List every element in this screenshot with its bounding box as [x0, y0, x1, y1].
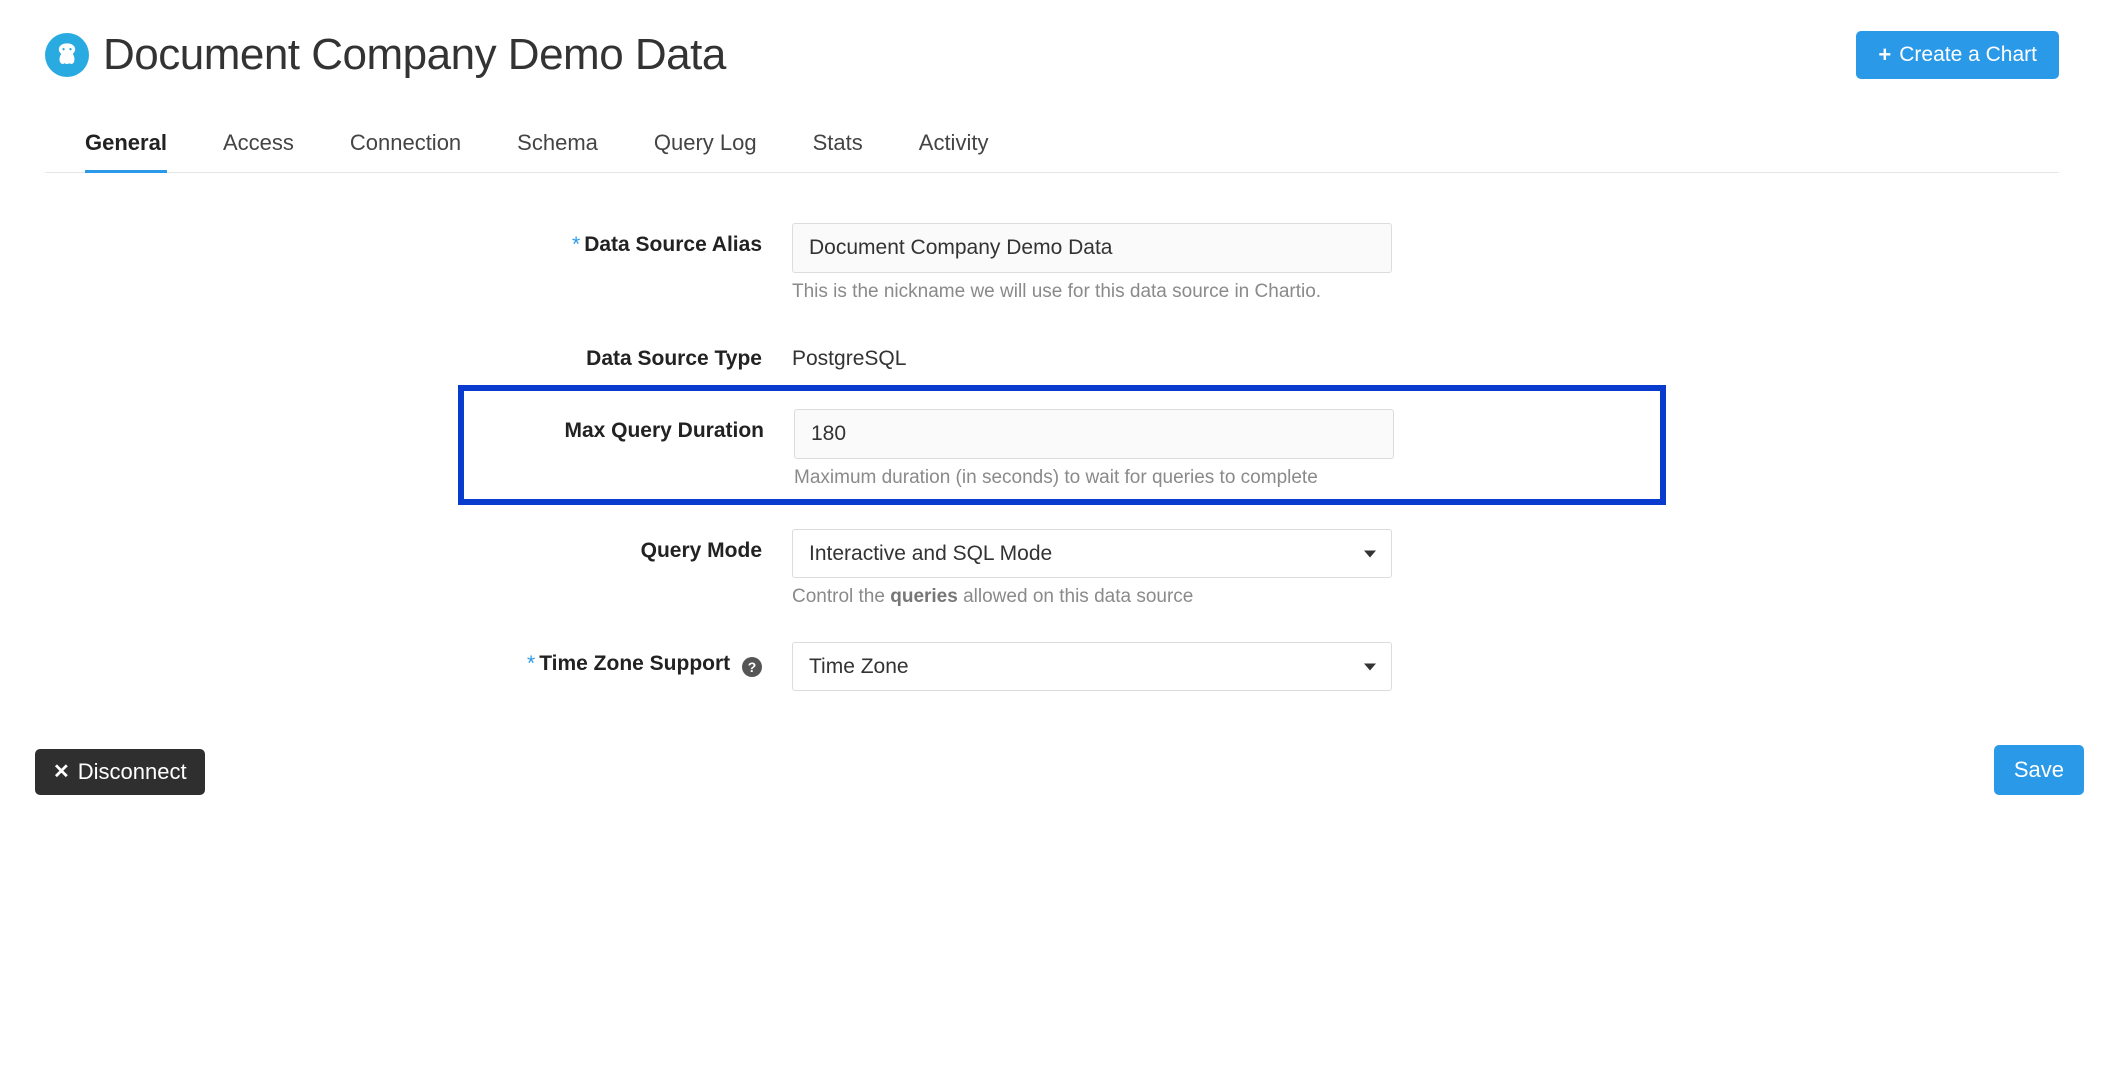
save-label: Save: [2014, 757, 2064, 783]
row-timezone: *Time Zone Support ? Time Zone: [472, 642, 1652, 691]
max-query-duration-help: Maximum duration (in seconds) to wait fo…: [794, 467, 1394, 489]
row-type: Data Source Type PostgreSQL: [472, 337, 1652, 371]
postgres-icon: [45, 33, 89, 77]
question-circle-icon[interactable]: ?: [742, 657, 762, 677]
page-header: Document Company Demo Data + Create a Ch…: [45, 30, 2059, 80]
tabs-bar: General Access Connection Schema Query L…: [45, 120, 2059, 173]
page-title: Document Company Demo Data: [103, 30, 726, 80]
plus-icon: +: [1878, 44, 1891, 66]
tab-general[interactable]: General: [85, 120, 167, 173]
timezone-label: Time Zone Support: [539, 652, 730, 675]
create-chart-button[interactable]: + Create a Chart: [1856, 31, 2059, 79]
required-marker: *: [527, 652, 535, 675]
timezone-select[interactable]: Time Zone: [792, 642, 1392, 691]
disconnect-label: Disconnect: [78, 759, 187, 785]
required-marker: *: [572, 233, 580, 256]
tab-stats[interactable]: Stats: [813, 120, 863, 173]
type-value: PostgreSQL: [792, 337, 1392, 371]
query-mode-help: Control the queries allowed on this data…: [792, 586, 1392, 608]
disconnect-button[interactable]: ✕ Disconnect: [35, 749, 205, 795]
alias-label: Data Source Alias: [584, 233, 762, 256]
tab-query-log[interactable]: Query Log: [654, 120, 757, 173]
tab-connection[interactable]: Connection: [350, 120, 461, 173]
max-query-duration-label: Max Query Duration: [564, 419, 764, 442]
type-label: Data Source Type: [586, 347, 762, 370]
query-mode-label: Query Mode: [641, 539, 762, 562]
row-query-mode: Query Mode Interactive and SQL Mode Cont…: [472, 529, 1652, 608]
general-form: *Data Source Alias This is the nickname …: [452, 223, 1652, 691]
row-max-query-duration: Max Query Duration Maximum duration (in …: [474, 409, 1650, 489]
row-alias: *Data Source Alias This is the nickname …: [472, 223, 1652, 303]
create-chart-label: Create a Chart: [1899, 43, 2037, 67]
query-mode-select[interactable]: Interactive and SQL Mode: [792, 529, 1392, 578]
tab-access[interactable]: Access: [223, 120, 294, 173]
max-query-duration-highlight: Max Query Duration Maximum duration (in …: [458, 385, 1666, 505]
alias-help: This is the nickname we will use for thi…: [792, 281, 1392, 303]
close-icon: ✕: [53, 762, 70, 782]
tab-schema[interactable]: Schema: [517, 120, 598, 173]
footer-actions: ✕ Disconnect Save: [0, 745, 2104, 815]
tab-activity[interactable]: Activity: [919, 120, 989, 173]
save-button[interactable]: Save: [1994, 745, 2084, 795]
alias-input[interactable]: [792, 223, 1392, 273]
max-query-duration-input[interactable]: [794, 409, 1394, 459]
